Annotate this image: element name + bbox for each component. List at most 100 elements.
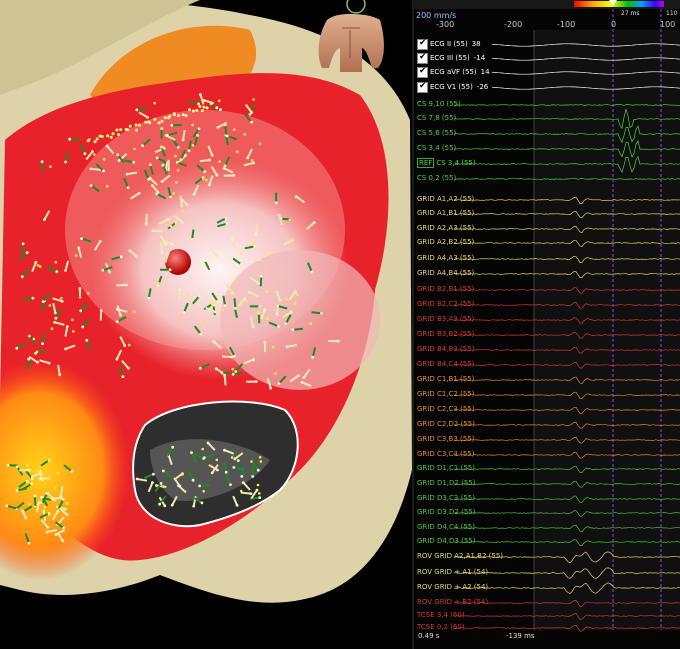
mapping-point[interactable] (258, 492, 261, 495)
mapping-point[interactable] (205, 178, 208, 182)
mapping-point[interactable] (212, 301, 215, 305)
mapping-point[interactable] (86, 139, 90, 143)
mapping-point[interactable] (183, 490, 187, 493)
mapping-point[interactable] (239, 489, 243, 493)
mapping-point[interactable] (250, 460, 253, 463)
mapping-point[interactable] (176, 169, 180, 172)
mapping-point[interactable] (105, 185, 109, 188)
mapping-point[interactable] (267, 253, 271, 256)
mapping-point[interactable] (233, 278, 237, 281)
mapping-point[interactable] (153, 101, 156, 105)
mapping-point[interactable] (285, 298, 288, 301)
mapping-point[interactable] (109, 135, 113, 139)
mapping-point[interactable] (202, 489, 205, 493)
mapping-point[interactable] (36, 264, 40, 267)
mapping-point[interactable] (153, 117, 157, 121)
mapping-point[interactable] (134, 123, 138, 127)
channel-label[interactable]: GRID A2,A3 (55) (417, 224, 474, 232)
channel-label[interactable]: GRID A1,B1 (55) (417, 209, 474, 217)
mapping-point[interactable] (49, 496, 53, 500)
mapping-point[interactable] (209, 102, 213, 106)
mapping-point[interactable] (72, 330, 75, 333)
mapping-point[interactable] (54, 260, 58, 264)
channel-label[interactable]: GRID A4,A3 (55) (417, 254, 474, 262)
mapping-point[interactable] (293, 302, 297, 305)
mapping-point[interactable] (258, 142, 262, 146)
channel-checkbox[interactable] (417, 81, 428, 93)
channel-label[interactable]: GRID C2,C3 (55) (417, 405, 474, 413)
channel-label[interactable]: TCSE 0,2 (60) (417, 623, 465, 631)
mapping-point[interactable] (57, 471, 60, 475)
mapping-point[interactable] (236, 150, 239, 154)
mapping-point[interactable] (239, 252, 243, 255)
channel-label[interactable]: GRID B3,A3 (55) (417, 315, 474, 323)
mapping-point[interactable] (288, 218, 292, 222)
mapping-point[interactable] (215, 106, 219, 110)
channel-label[interactable]: GRID D3,D2 (55) (417, 508, 475, 516)
mapping-point[interactable] (251, 242, 255, 245)
mapping-point[interactable] (38, 265, 42, 268)
mapping-point[interactable] (43, 505, 47, 509)
channel-label[interactable]: CS 5,6 (55) (417, 129, 456, 137)
mapping-point[interactable] (181, 209, 184, 213)
mapping-point[interactable] (230, 456, 234, 459)
mapping-point[interactable] (252, 98, 255, 101)
mapping-point[interactable] (66, 502, 69, 505)
mapping-point[interactable] (215, 458, 219, 462)
channel-checkbox[interactable] (417, 66, 428, 78)
mapping-point[interactable] (258, 456, 262, 459)
channel-label[interactable]: GRID D1,D2 (55) (417, 479, 475, 487)
mapping-point[interactable] (133, 147, 136, 151)
mapping-point[interactable] (188, 108, 191, 112)
mapping-point[interactable] (232, 128, 236, 131)
mapping-point[interactable] (25, 464, 29, 467)
mapping-point[interactable] (128, 124, 132, 128)
mapping-point[interactable] (271, 345, 275, 349)
mapping-point[interactable] (119, 128, 123, 132)
mapping-point[interactable] (74, 254, 78, 257)
mapping-point[interactable] (202, 105, 206, 109)
mapping-point[interactable] (290, 238, 293, 242)
mapping-point[interactable] (256, 483, 260, 487)
channel-checkbox[interactable] (417, 38, 428, 50)
mapping-point[interactable] (32, 337, 36, 341)
mapping-point[interactable] (163, 116, 167, 120)
mapping-point[interactable] (132, 310, 136, 314)
mapping-point[interactable] (175, 181, 178, 184)
mapping-point[interactable] (274, 372, 278, 375)
mapping-point[interactable] (173, 113, 176, 117)
mapping-point[interactable] (35, 350, 39, 354)
mapping-point[interactable] (191, 144, 195, 147)
channel-label[interactable]: GRID D1,C1 (55) (417, 464, 475, 472)
channel-label[interactable]: GRID C3,B3 (55) (417, 435, 474, 443)
mapping-point[interactable] (157, 121, 161, 125)
mapping-point[interactable] (230, 289, 233, 293)
mapping-point[interactable] (71, 318, 74, 322)
channel-label[interactable]: ECG aVF (55) 14 (430, 68, 490, 76)
activation-map-3d[interactable] (0, 0, 412, 649)
mapping-point[interactable] (257, 311, 261, 314)
channel-label[interactable]: GRID C1,B1 (55) (417, 375, 474, 383)
mapping-point[interactable] (29, 469, 32, 472)
channel-label[interactable]: GRID D4,D3 (55) (417, 537, 475, 545)
mapping-point[interactable] (38, 500, 42, 503)
mapping-point[interactable] (47, 459, 51, 463)
mapping-point[interactable] (126, 128, 130, 132)
channel-label[interactable]: ECG II (55) 38 (430, 40, 481, 48)
mapping-point[interactable] (135, 128, 139, 132)
mapping-point[interactable] (28, 502, 31, 506)
mapping-point[interactable] (244, 300, 248, 303)
mapping-point[interactable] (174, 154, 177, 158)
mapping-point[interactable] (100, 135, 104, 138)
mapping-point[interactable] (49, 165, 52, 168)
mapping-point[interactable] (160, 119, 164, 123)
channel-label[interactable]: GRID B2,B1 (55) (417, 285, 474, 293)
mapping-point[interactable] (200, 109, 204, 113)
mapping-point[interactable] (48, 304, 52, 307)
mapping-point[interactable] (184, 114, 188, 118)
mapping-point[interactable] (181, 473, 184, 476)
mapping-point[interactable] (192, 109, 195, 113)
mapping-point[interactable] (60, 296, 63, 300)
mapping-point[interactable] (201, 177, 205, 180)
channel-label[interactable]: GRID B3,B2 (55) (417, 330, 474, 338)
